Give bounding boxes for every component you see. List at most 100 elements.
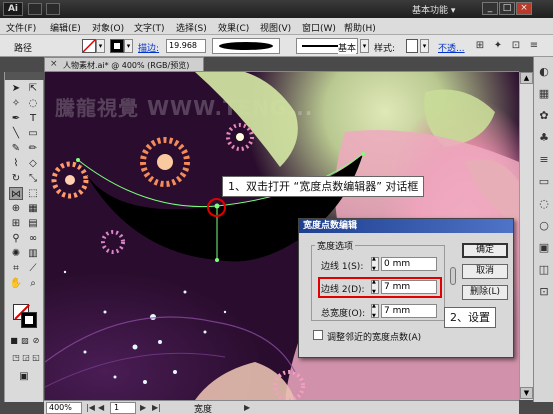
- brush-dropdown[interactable]: ▾: [360, 39, 369, 53]
- transform-icon[interactable]: ✦: [492, 40, 504, 52]
- hand-tool-icon[interactable]: ✋: [9, 277, 23, 290]
- menu-object[interactable]: 对象(O): [92, 21, 124, 34]
- draw-inside-icon[interactable]: ◱: [29, 351, 43, 364]
- scroll-down-icon[interactable]: ▼: [520, 387, 533, 399]
- type-tool-icon[interactable]: T: [26, 112, 40, 125]
- brushes-panel-icon[interactable]: ✿: [537, 109, 551, 123]
- graphic-style-swatch[interactable]: [406, 39, 418, 53]
- fill-swatch[interactable]: [82, 39, 96, 53]
- menu-type[interactable]: 文字(T): [134, 21, 165, 34]
- side1-field[interactable]: 0 mm: [381, 257, 437, 271]
- line-tool-icon[interactable]: ╲: [9, 127, 23, 140]
- stroke-color-box[interactable]: [21, 312, 37, 328]
- menu-help[interactable]: 帮助(H): [344, 21, 376, 34]
- panel-menu-icon[interactable]: ≡: [528, 40, 540, 52]
- slice-tool-icon[interactable]: ⟋: [26, 262, 40, 275]
- width-tool-icon[interactable]: ⋈: [9, 187, 23, 200]
- menu-file[interactable]: 文件(F): [6, 21, 36, 34]
- last-artboard-icon[interactable]: ▶|: [152, 402, 161, 414]
- direct-selection-tool-icon[interactable]: ⇱: [26, 82, 40, 95]
- symbols-panel-icon[interactable]: ♣: [537, 131, 551, 145]
- anchor-point[interactable]: [361, 152, 365, 156]
- current-tool-status: 宽度: [194, 405, 213, 414]
- opacity-link[interactable]: 不透...: [438, 41, 465, 54]
- gradient-tool-icon[interactable]: ▤: [26, 217, 40, 230]
- first-artboard-icon[interactable]: |◀: [86, 402, 95, 414]
- next-artboard-icon[interactable]: ▶: [140, 402, 146, 414]
- rotate-tool-icon[interactable]: ↻: [9, 172, 23, 185]
- blend-tool-icon[interactable]: ∞: [26, 232, 40, 245]
- paintbrush-tool-icon[interactable]: ✎: [9, 142, 23, 155]
- magic-wand-tool-icon[interactable]: ✧: [9, 97, 23, 110]
- workspace-switcher[interactable]: 基本功能 ▾: [412, 3, 455, 16]
- width-point-handle[interactable]: [215, 258, 219, 262]
- color-panel-icon[interactable]: ◐: [537, 65, 551, 79]
- adjust-adjoining-checkbox[interactable]: [313, 330, 323, 340]
- column-graph-tool-icon[interactable]: ▥: [26, 247, 40, 260]
- ok-button[interactable]: 确定: [462, 243, 508, 258]
- pen-tool-icon[interactable]: ✒: [9, 112, 23, 125]
- layers-panel-icon[interactable]: ◫: [537, 263, 551, 277]
- graphic-style-dropdown[interactable]: ▾: [420, 39, 429, 53]
- stroke-swatch[interactable]: [110, 39, 124, 53]
- swatches-panel-icon[interactable]: ▦: [537, 87, 551, 101]
- minimize-button[interactable]: _: [482, 2, 498, 15]
- perspective-grid-tool-icon[interactable]: ▦: [26, 202, 40, 215]
- gradient-panel-icon[interactable]: ▭: [537, 175, 551, 189]
- dialog-title[interactable]: 宽度点数编辑: [299, 219, 513, 233]
- scale-tool-icon[interactable]: ⤡: [26, 172, 40, 185]
- pencil-tool-icon[interactable]: ✏: [26, 142, 40, 155]
- menu-view[interactable]: 视图(V): [260, 21, 291, 34]
- tools-panel-header[interactable]: [5, 72, 45, 80]
- menu-edit[interactable]: 编辑(E): [50, 21, 81, 34]
- stroke-dropdown[interactable]: ▾: [124, 39, 133, 53]
- rectangle-tool-icon[interactable]: ▭: [26, 127, 40, 140]
- artboard-tool-icon[interactable]: ⌗: [9, 262, 23, 275]
- stroke-weight-link[interactable]: 描边:: [138, 41, 159, 54]
- close-button[interactable]: ×: [516, 2, 532, 15]
- cancel-button[interactable]: 取消: [462, 264, 508, 279]
- appearance-panel-icon[interactable]: ○: [537, 219, 551, 233]
- previous-artboard-icon[interactable]: ◀: [98, 402, 104, 414]
- anchor-point[interactable]: [76, 158, 80, 162]
- menu-window[interactable]: 窗口(W): [302, 21, 336, 34]
- isolate-icon[interactable]: ⊡: [510, 40, 522, 52]
- eraser-tool-icon[interactable]: ◇: [26, 157, 40, 170]
- blob-brush-tool-icon[interactable]: ⌇: [9, 157, 23, 170]
- variable-width-profile[interactable]: [212, 38, 280, 54]
- arrange-documents-icon[interactable]: [46, 3, 60, 15]
- status-menu-icon[interactable]: ▶: [244, 402, 250, 414]
- fill-dropdown[interactable]: ▾: [96, 39, 105, 53]
- stroke-panel-icon[interactable]: ≡: [537, 153, 551, 167]
- stroke-weight-field[interactable]: 19.968: [166, 39, 206, 53]
- mesh-tool-icon[interactable]: ⊞: [9, 217, 23, 230]
- total-width-field[interactable]: 7 mm: [381, 304, 437, 318]
- none-mode-icon[interactable]: ⊘: [29, 334, 43, 347]
- total-width-stepper[interactable]: [371, 303, 379, 319]
- screen-mode-icon[interactable]: ▣: [17, 370, 31, 383]
- graphic-styles-panel-icon[interactable]: ▣: [537, 241, 551, 255]
- document-tab[interactable]: × 人物素材.ai* @ 400% (RGB/预览): [44, 57, 204, 72]
- menu-effect[interactable]: 效果(C): [218, 21, 249, 34]
- vertical-scrollbar[interactable]: ▲ ▼: [519, 72, 533, 400]
- zoom-level-field[interactable]: 400%: [46, 402, 82, 414]
- free-transform-tool-icon[interactable]: ⬚: [26, 187, 40, 200]
- eyedropper-tool-icon[interactable]: ⚲: [9, 232, 23, 245]
- transparency-panel-icon[interactable]: ◌: [537, 197, 551, 211]
- lasso-tool-icon[interactable]: ◌: [26, 97, 40, 110]
- side1-stepper[interactable]: [371, 256, 379, 272]
- bridge-icon[interactable]: [28, 3, 42, 15]
- align-icon[interactable]: ⊞: [474, 40, 486, 52]
- selection-tool-icon[interactable]: ➤: [9, 82, 23, 95]
- artboards-panel-icon[interactable]: ⊡: [537, 285, 551, 299]
- zoom-tool-icon[interactable]: ⌕: [26, 277, 40, 290]
- delete-button[interactable]: 删除(L): [462, 285, 508, 300]
- maximize-button[interactable]: □: [499, 2, 515, 15]
- symbol-sprayer-tool-icon[interactable]: ✺: [9, 247, 23, 260]
- shape-builder-tool-icon[interactable]: ⊕: [9, 202, 23, 215]
- artboard-number-field[interactable]: 1: [110, 402, 136, 414]
- scroll-up-icon[interactable]: ▲: [520, 72, 533, 84]
- menu-select[interactable]: 选择(S): [176, 21, 207, 34]
- link-widths-icon[interactable]: [450, 267, 456, 285]
- close-tab-icon[interactable]: ×: [50, 59, 58, 69]
